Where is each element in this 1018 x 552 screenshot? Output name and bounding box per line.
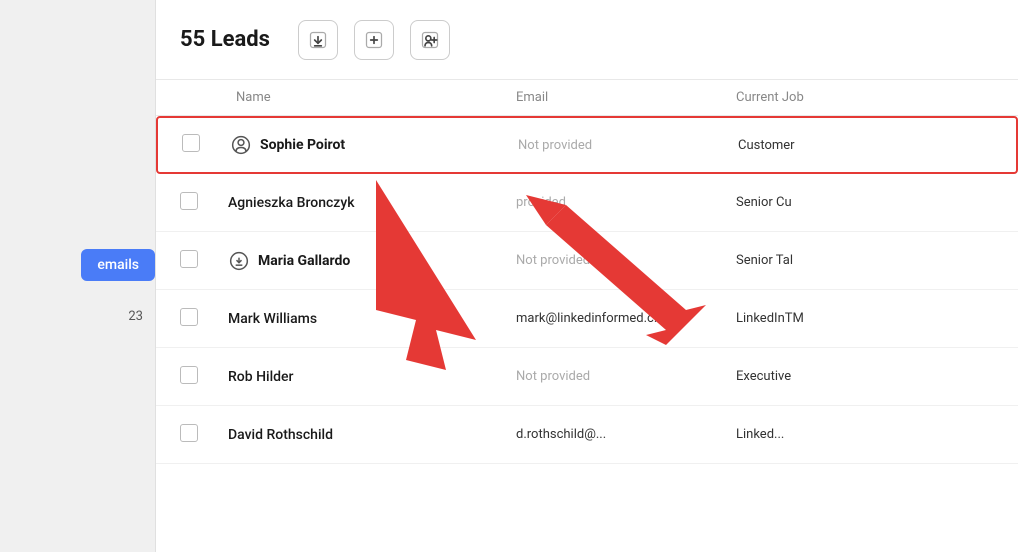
main-content: 55 Leads xyxy=(155,0,1018,552)
table-row[interactable]: Mark Williams mark@linkedinformed.c... L… xyxy=(156,290,1018,348)
table-row[interactable]: David Rothschild d.rothschild@... Linked… xyxy=(156,406,1018,464)
sidebar-emails-button[interactable]: emails xyxy=(81,249,155,281)
name-text: Mark Williams xyxy=(228,311,317,327)
row-checkbox[interactable] xyxy=(180,250,198,268)
col-header-checkbox xyxy=(180,80,228,115)
table-row[interactable]: Rob Hilder Not provided Executive xyxy=(156,348,1018,406)
row-checkbox[interactable] xyxy=(180,424,198,442)
download-icon xyxy=(308,30,328,50)
row-checkbox[interactable] xyxy=(180,192,198,210)
row-email: d.rothschild@... xyxy=(508,427,728,442)
row-checkbox-cell[interactable] xyxy=(180,424,228,446)
col-header-email: Email xyxy=(508,80,728,115)
row-job: Customer xyxy=(730,138,992,153)
row-email: provided xyxy=(508,195,728,210)
col-header-job: Current Job xyxy=(728,80,994,115)
name-text: Rob Hilder xyxy=(228,369,294,385)
name-text: Agnieszka Bronczyk xyxy=(228,195,355,211)
name-text: Sophie Poirot xyxy=(260,137,345,153)
row-name: David Rothschild xyxy=(228,427,508,443)
sidebar-year: 23 xyxy=(116,301,155,332)
row-email: Not provided xyxy=(508,253,728,268)
upload-icon xyxy=(364,30,384,50)
leads-count-title: 55 Leads xyxy=(180,27,270,52)
row-checkbox-cell[interactable] xyxy=(180,192,228,214)
row-checkbox-cell[interactable] xyxy=(182,134,230,156)
table-header: Name Email Current Job xyxy=(156,80,1018,116)
leads-table: Name Email Current Job xyxy=(156,80,1018,552)
table-row[interactable]: Agnieszka Bronczyk provided Senior Cu xyxy=(156,174,1018,232)
row-email: Not provided xyxy=(510,138,730,153)
row-checkbox[interactable] xyxy=(182,134,200,152)
row-job: Linked... xyxy=(728,427,994,442)
upload-button[interactable] xyxy=(354,20,394,60)
table-row[interactable]: Maria Gallardo Not provided Senior Tal xyxy=(156,232,1018,290)
row-email: Not provided xyxy=(508,369,728,384)
name-text: Maria Gallardo xyxy=(258,253,350,269)
row-checkbox-cell[interactable] xyxy=(180,308,228,330)
row-name: Agnieszka Bronczyk xyxy=(228,195,508,211)
row-checkbox-cell[interactable] xyxy=(180,250,228,272)
sidebar: emails 23 xyxy=(0,0,155,552)
person-add-icon xyxy=(420,30,440,50)
person-add-button[interactable] xyxy=(410,20,450,60)
row-email: mark@linkedinformed.c... xyxy=(508,311,728,326)
col-header-name: Name xyxy=(228,80,508,115)
row-name: Mark Williams xyxy=(228,311,508,327)
table-body: Sophie Poirot Not provided Customer Agni… xyxy=(156,116,1018,464)
row-name: Rob Hilder xyxy=(228,369,508,385)
row-name: Sophie Poirot xyxy=(230,134,510,156)
download-button[interactable] xyxy=(298,20,338,60)
person-circle-icon xyxy=(230,134,252,156)
download-circle-icon xyxy=(228,250,250,272)
row-checkbox-cell[interactable] xyxy=(180,366,228,388)
row-job: Senior Cu xyxy=(728,195,994,210)
table-row[interactable]: Sophie Poirot Not provided Customer xyxy=(156,116,1018,174)
row-job: Senior Tal xyxy=(728,253,994,268)
row-job: Executive xyxy=(728,369,994,384)
row-checkbox[interactable] xyxy=(180,366,198,384)
row-checkbox[interactable] xyxy=(180,308,198,326)
header: 55 Leads xyxy=(156,0,1018,80)
row-job: LinkedInTM xyxy=(728,311,994,326)
row-name: Maria Gallardo xyxy=(228,250,508,272)
name-text: David Rothschild xyxy=(228,427,333,443)
